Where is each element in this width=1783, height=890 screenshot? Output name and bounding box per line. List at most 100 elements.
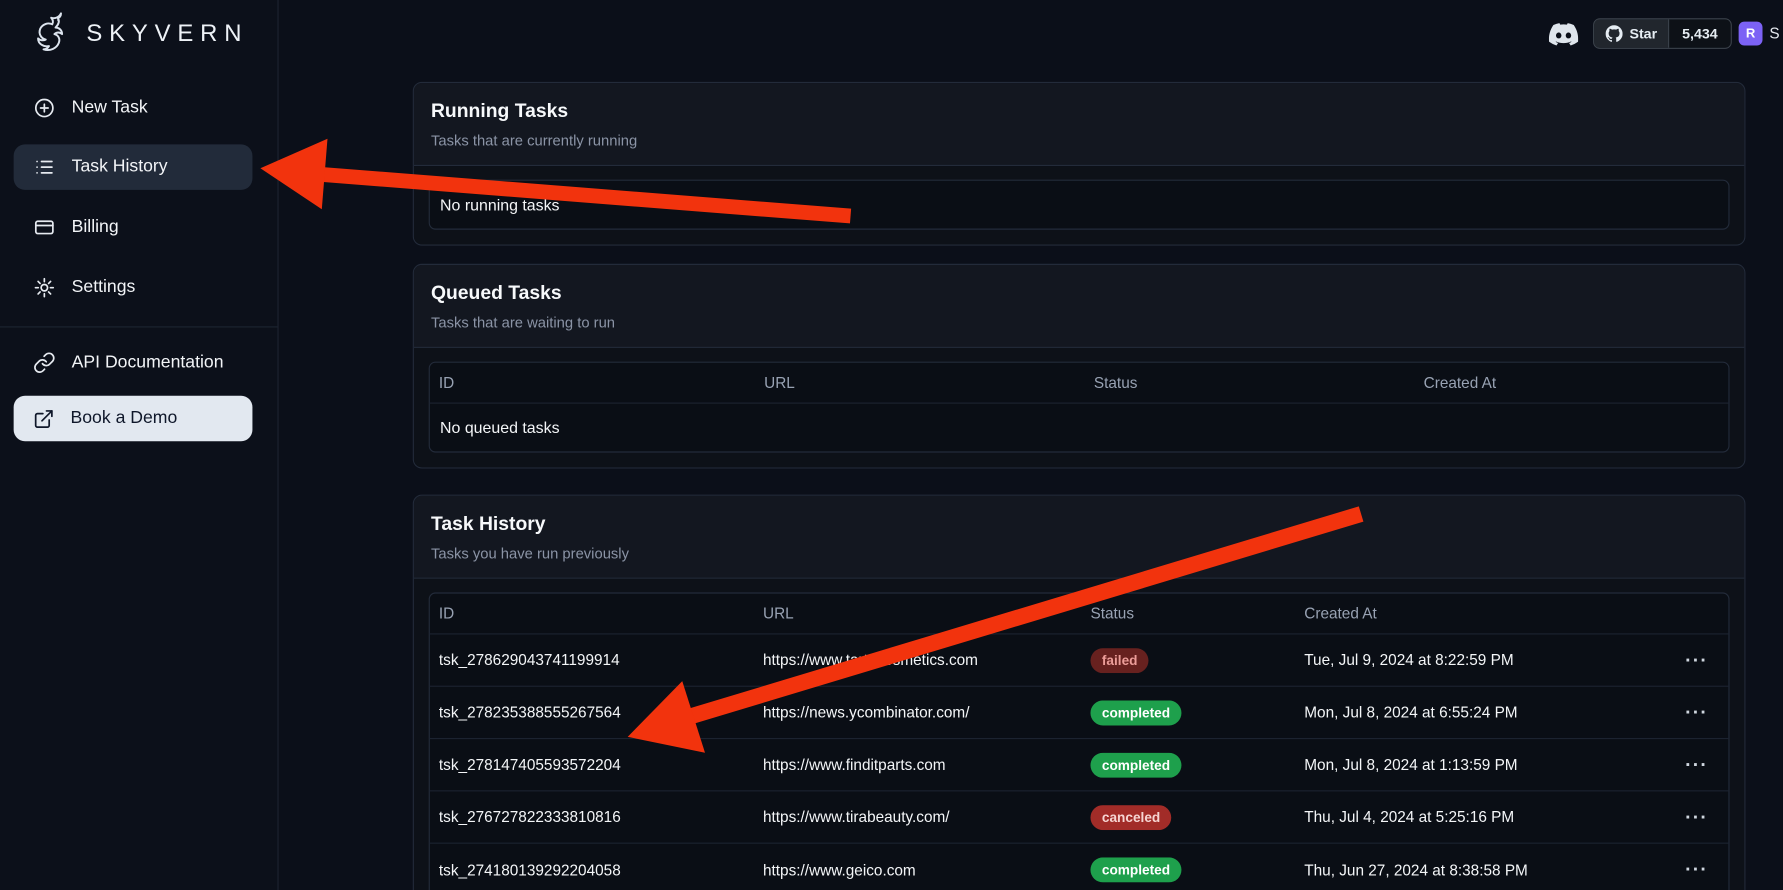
table-row[interactable]: tsk_278147405593572204 https://www.findi… xyxy=(430,739,1729,791)
avatar-initial: R xyxy=(1746,27,1755,41)
task-created-at: Thu, Jul 4, 2024 at 5:25:16 PM xyxy=(1295,808,1665,825)
table-row[interactable]: tsk_278629043741199914 https://www.tarte… xyxy=(430,635,1729,687)
user-avatar[interactable]: R xyxy=(1739,22,1763,46)
task-created-at: Thu, Jun 27, 2024 at 8:38:58 PM xyxy=(1295,861,1665,878)
no-running-tasks-message: No running tasks xyxy=(430,181,1729,229)
github-star-label: Star xyxy=(1629,26,1657,42)
column-header-status: Status xyxy=(1085,374,1415,391)
task-history-header: Task History Tasks you have run previous… xyxy=(414,496,1744,579)
task-actions-cell: ··· xyxy=(1665,856,1729,883)
row-actions-button[interactable]: ··· xyxy=(1678,856,1714,883)
sidebar: SKYVERN New Task Task History xyxy=(0,0,279,890)
task-created-at: Tue, Jul 9, 2024 at 8:22:59 PM xyxy=(1295,652,1665,669)
task-actions-cell: ··· xyxy=(1665,646,1729,673)
skyvern-logo-icon xyxy=(25,8,77,60)
history-table-body: tsk_278629043741199914 https://www.tarte… xyxy=(430,635,1729,890)
task-created-at: Mon, Jul 8, 2024 at 6:55:24 PM xyxy=(1295,704,1665,721)
task-status-cell: failed xyxy=(1081,648,1295,673)
status-badge: completed xyxy=(1090,857,1181,882)
external-link-icon xyxy=(33,408,55,430)
task-created-at: Mon, Jul 8, 2024 at 1:13:59 PM xyxy=(1295,756,1665,773)
card-title: Queued Tasks xyxy=(431,282,1727,305)
task-id: tsk_276727822333810816 xyxy=(430,808,754,825)
github-icon xyxy=(1606,25,1623,42)
sidebar-item-task-history[interactable]: Task History xyxy=(14,144,253,189)
card-subtitle: Tasks that are waiting to run xyxy=(431,314,1727,331)
sidebar-item-book-a-demo[interactable]: Book a Demo xyxy=(14,396,253,441)
github-star-button[interactable]: Star xyxy=(1594,19,1669,47)
row-actions-button[interactable]: ··· xyxy=(1678,699,1714,726)
task-id: tsk_278147405593572204 xyxy=(430,756,754,773)
sidebar-item-label: Task History xyxy=(72,157,168,177)
task-url: https://www.tartecosmetics.com xyxy=(754,652,1081,669)
no-queued-tasks-message: No queued tasks xyxy=(430,404,1729,452)
link-icon xyxy=(33,351,56,374)
gear-icon xyxy=(33,276,56,299)
task-status-cell: completed xyxy=(1081,752,1295,777)
github-star-widget: Star 5,434 xyxy=(1593,18,1731,49)
card-subtitle: Tasks you have run previously xyxy=(431,545,1727,562)
sidebar-item-label: Settings xyxy=(72,277,136,297)
app-viewport: SKYVERN New Task Task History xyxy=(0,0,1783,890)
task-url: https://news.ycombinator.com/ xyxy=(754,704,1081,721)
plus-circle-icon xyxy=(33,97,56,120)
running-tasks-table: No running tasks xyxy=(429,180,1730,230)
task-history-table: ID URL Status Created At tsk_27862904374… xyxy=(429,592,1730,890)
discord-icon xyxy=(1549,23,1579,46)
column-header-id: ID xyxy=(430,605,754,622)
task-actions-cell: ··· xyxy=(1665,803,1729,830)
row-actions-button[interactable]: ··· xyxy=(1678,803,1714,830)
table-row[interactable]: tsk_278235388555267564 https://news.ycom… xyxy=(430,687,1729,739)
list-icon xyxy=(33,156,56,179)
column-header-created-at: Created At xyxy=(1415,374,1729,391)
sidebar-item-label: API Documentation xyxy=(72,353,224,373)
brand-logo-link[interactable]: SKYVERN xyxy=(25,8,248,60)
task-actions-cell: ··· xyxy=(1665,699,1729,726)
task-history-card: Task History Tasks you have run previous… xyxy=(413,495,1746,890)
card-title: Running Tasks xyxy=(431,100,1727,123)
status-badge: failed xyxy=(1090,648,1148,673)
sidebar-item-settings[interactable]: Settings xyxy=(14,265,253,310)
status-badge: canceled xyxy=(1090,804,1171,829)
column-header-url: URL xyxy=(755,374,1085,391)
task-url: https://www.tirabeauty.com/ xyxy=(754,808,1081,825)
column-header-created-at: Created At xyxy=(1295,605,1665,622)
sidebar-divider xyxy=(0,326,277,327)
task-id: tsk_274180139292204058 xyxy=(430,861,754,878)
row-actions-button[interactable]: ··· xyxy=(1678,646,1714,673)
queued-tasks-header: Queued Tasks Tasks that are waiting to r… xyxy=(414,265,1744,348)
sidebar-item-new-task[interactable]: New Task xyxy=(14,85,253,130)
sidebar-item-label: Book a Demo xyxy=(71,408,178,428)
sidebar-item-label: New Task xyxy=(72,98,148,118)
card-title: Task History xyxy=(431,513,1727,536)
clipped-username-text: S xyxy=(1769,25,1779,42)
status-badge: completed xyxy=(1090,752,1181,777)
task-status-cell: completed xyxy=(1081,857,1295,882)
table-row[interactable]: tsk_274180139292204058 https://www.geico… xyxy=(430,844,1729,890)
sidebar-item-api-documentation[interactable]: API Documentation xyxy=(14,340,253,385)
table-header-row: ID URL Status Created At xyxy=(430,363,1729,404)
sidebar-item-billing[interactable]: Billing xyxy=(14,205,253,250)
brand-name: SKYVERN xyxy=(86,20,248,47)
queued-tasks-table: ID URL Status Created At No queued tasks xyxy=(429,362,1730,453)
card-subtitle: Tasks that are currently running xyxy=(431,132,1727,149)
row-actions-button[interactable]: ··· xyxy=(1678,751,1714,778)
sidebar-item-label: Billing xyxy=(72,217,119,237)
task-id: tsk_278629043741199914 xyxy=(430,652,754,669)
running-tasks-card: Running Tasks Tasks that are currently r… xyxy=(413,82,1746,246)
credit-card-icon xyxy=(33,216,56,239)
column-header-url: URL xyxy=(754,605,1081,622)
github-star-count[interactable]: 5,434 xyxy=(1670,19,1731,47)
discord-link[interactable] xyxy=(1548,19,1580,49)
column-header-id: ID xyxy=(430,374,755,391)
task-status-cell: canceled xyxy=(1081,804,1295,829)
queued-tasks-card: Queued Tasks Tasks that are waiting to r… xyxy=(413,264,1746,469)
task-status-cell: completed xyxy=(1081,700,1295,725)
task-url: https://www.geico.com xyxy=(754,861,1081,878)
column-header-status: Status xyxy=(1081,605,1295,622)
task-actions-cell: ··· xyxy=(1665,751,1729,778)
task-url: https://www.finditparts.com xyxy=(754,756,1081,773)
table-row[interactable]: tsk_276727822333810816 https://www.tirab… xyxy=(430,791,1729,843)
running-tasks-header: Running Tasks Tasks that are currently r… xyxy=(414,83,1744,166)
task-id: tsk_278235388555267564 xyxy=(430,704,754,721)
